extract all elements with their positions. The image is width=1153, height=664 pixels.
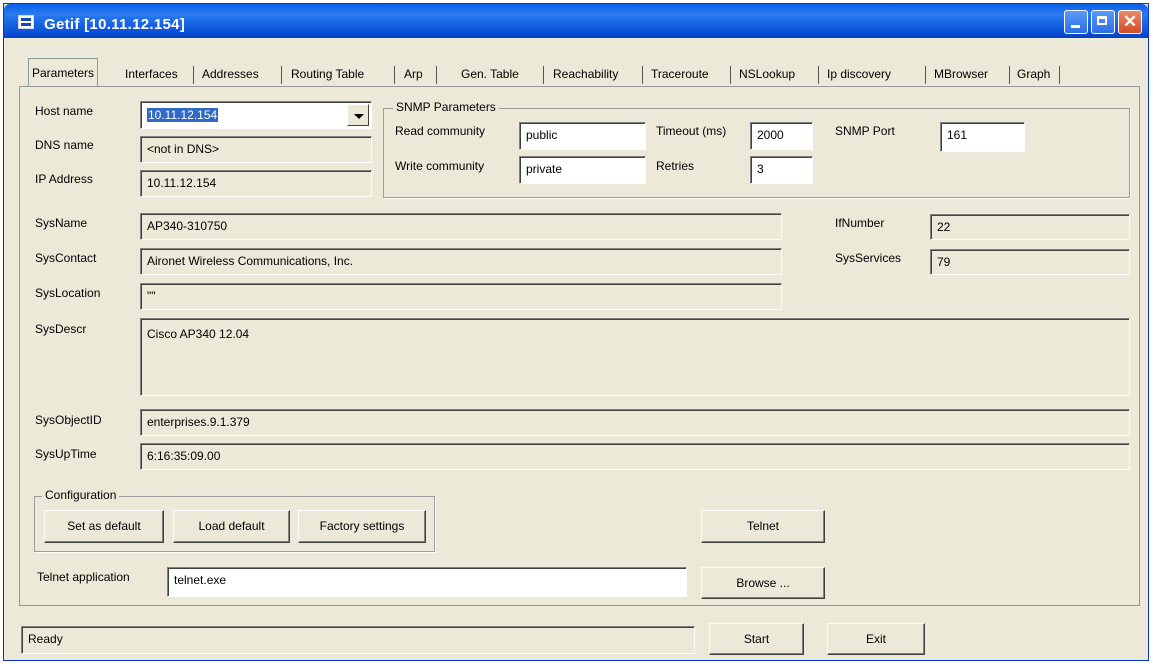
- sysobjectid-label: SysObjectID: [35, 413, 102, 427]
- sysuptime-label: SysUpTime: [35, 447, 97, 461]
- tab-separator: [436, 66, 437, 84]
- tab-traceroute[interactable]: Traceroute: [648, 62, 712, 86]
- ip-address-field: 10.11.12.154: [140, 170, 372, 197]
- tab-separator: [642, 66, 643, 84]
- status-bar: Ready: [21, 626, 695, 654]
- host-name-value: 10.11.12.154: [147, 108, 219, 122]
- browse-button[interactable]: Browse ...: [701, 567, 825, 599]
- start-button[interactable]: Start: [709, 623, 804, 655]
- tab-parameters[interactable]: Parameters: [28, 58, 99, 86]
- app-icon: [18, 15, 34, 29]
- sysdescr-field: Cisco AP340 12.04: [140, 318, 1130, 396]
- syscontact-field: Aironet Wireless Communications, Inc.: [140, 248, 782, 275]
- start-label: Start: [743, 632, 770, 646]
- telnet-application-input[interactable]: telnet.exe: [167, 567, 687, 597]
- telnet-button[interactable]: Telnet: [701, 510, 825, 543]
- close-button[interactable]: ✕: [1118, 10, 1142, 34]
- host-name-combo[interactable]: 10.11.12.154: [140, 101, 372, 129]
- sysname-label: SysName: [35, 216, 88, 230]
- syslocation-label: SysLocation: [35, 286, 101, 300]
- telnet-label: Telnet: [746, 519, 780, 533]
- write-community-input[interactable]: private: [519, 156, 646, 184]
- configuration-title: Configuration: [42, 488, 120, 502]
- minimize-button[interactable]: [1064, 10, 1088, 34]
- tab-separator: [281, 66, 282, 84]
- ifnumber-label: IfNumber: [835, 216, 885, 230]
- close-icon: ✕: [1122, 12, 1138, 31]
- load-default-label: Load default: [198, 519, 265, 533]
- tab-separator: [193, 66, 194, 84]
- sysdescr-label: SysDescr: [35, 322, 87, 336]
- dns-name-label: DNS name: [35, 138, 94, 152]
- sysservices-label: SysServices: [835, 251, 902, 265]
- tab-reachability[interactable]: Reachability: [550, 62, 621, 86]
- tab-separator: [925, 66, 926, 84]
- tab-separator: [1059, 66, 1060, 84]
- retries-input[interactable]: 3: [750, 156, 813, 184]
- write-community-label: Write community: [395, 159, 485, 173]
- tab-separator: [543, 66, 544, 84]
- snmp-port-input[interactable]: 161: [940, 122, 1025, 152]
- host-name-label: Host name: [35, 104, 94, 118]
- tab-gen-table[interactable]: Gen. Table: [458, 62, 522, 86]
- tab-separator: [394, 66, 395, 84]
- load-default-button[interactable]: Load default: [173, 510, 290, 543]
- factory-settings-button[interactable]: Factory settings: [298, 510, 426, 543]
- retries-label: Retries: [656, 159, 695, 173]
- sysobjectid-field: enterprises.9.1.379: [140, 409, 1130, 436]
- timeout-label: Timeout (ms): [656, 124, 727, 138]
- timeout-input[interactable]: 2000: [750, 122, 813, 150]
- tab-separator: [818, 66, 819, 84]
- dns-name-field: <not in DNS>: [140, 136, 372, 163]
- sysname-field: AP340-310750: [140, 213, 782, 240]
- browse-label: Browse ...: [736, 576, 790, 590]
- set-as-default-label: Set as default: [67, 519, 141, 533]
- title-bar[interactable]: Getif [10.11.12.154] ✕: [4, 4, 1148, 38]
- chevron-down-icon[interactable]: [347, 104, 369, 126]
- set-as-default-button[interactable]: Set as default: [44, 510, 164, 543]
- read-community-label: Read community: [395, 124, 486, 138]
- tab-mbrowser[interactable]: MBrowser: [931, 62, 991, 86]
- sysservices-field: 79: [930, 249, 1130, 275]
- snmp-parameters-title: SNMP Parameters: [393, 100, 499, 114]
- exit-button[interactable]: Exit: [827, 623, 925, 655]
- sysuptime-field: 6:16:35:09.00: [140, 443, 1130, 470]
- telnet-application-label: Telnet application: [37, 570, 130, 584]
- window-title: Getif [10.11.12.154]: [44, 16, 186, 33]
- syslocation-field: "": [140, 283, 782, 310]
- snmp-port-label: SNMP Port: [835, 124, 895, 138]
- tab-ip-discovery[interactable]: Ip discovery: [824, 62, 894, 86]
- tab-separator: [1009, 66, 1010, 84]
- tab-arp[interactable]: Arp: [401, 62, 426, 86]
- tab-nslookup[interactable]: NSLookup: [736, 62, 798, 86]
- ifnumber-field: 22: [930, 214, 1130, 240]
- maximize-button[interactable]: [1091, 10, 1115, 34]
- tab-addresses[interactable]: Addresses: [199, 62, 262, 86]
- exit-label: Exit: [865, 632, 886, 646]
- tab-interfaces[interactable]: Interfaces: [122, 62, 181, 86]
- syscontact-label: SysContact: [35, 251, 97, 265]
- tab-separator: [730, 66, 731, 84]
- read-community-input[interactable]: public: [519, 122, 646, 150]
- tab-routing-table[interactable]: Routing Table: [288, 62, 367, 86]
- factory-settings-label: Factory settings: [319, 519, 405, 533]
- ip-address-label: IP Address: [35, 172, 93, 186]
- tab-graph[interactable]: Graph: [1014, 62, 1053, 86]
